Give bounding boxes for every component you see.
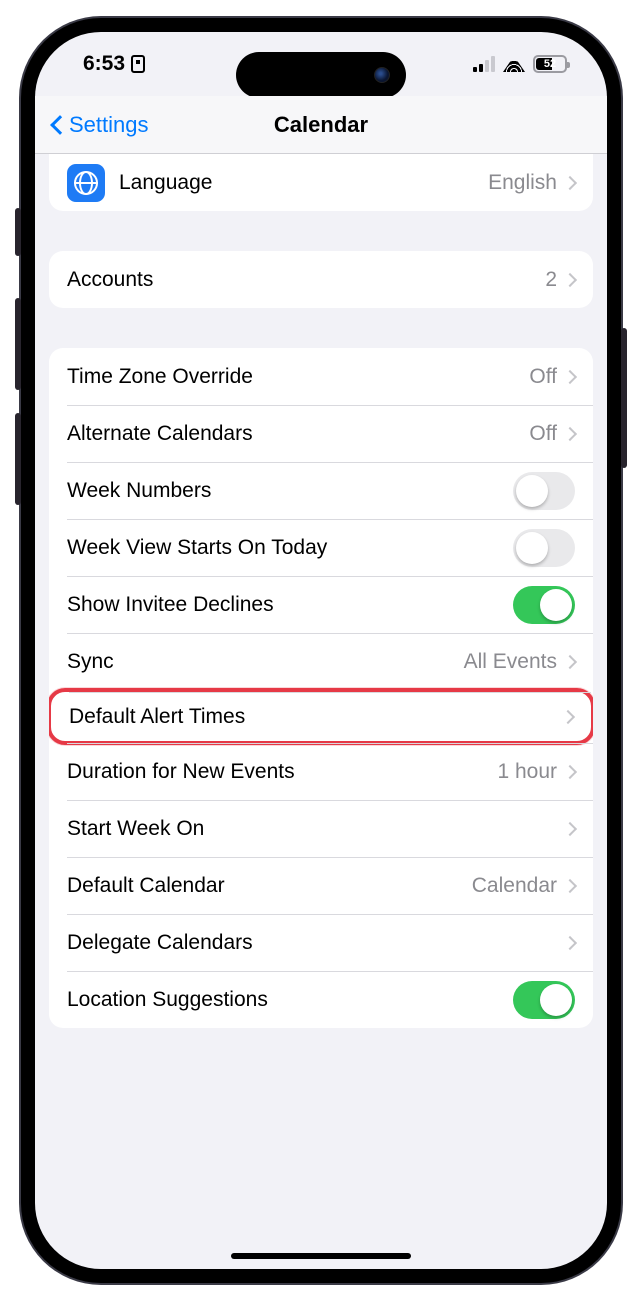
duration-value: 1 hour xyxy=(497,760,557,784)
default-alert-label: Default Alert Times xyxy=(69,705,563,729)
status-time: 6:53 xyxy=(83,52,125,76)
chevron-left-icon xyxy=(50,115,70,135)
navigation-bar: Settings Calendar xyxy=(35,96,607,154)
chevron-right-icon xyxy=(563,821,577,835)
status-right: 52 xyxy=(473,55,567,73)
chevron-right-icon xyxy=(563,272,577,286)
sync-label: Sync xyxy=(67,650,464,674)
globe-icon xyxy=(67,164,105,202)
chevron-right-icon xyxy=(563,764,577,778)
language-label: Language xyxy=(119,171,488,195)
alt-cal-value: Off xyxy=(529,422,557,446)
chevron-right-icon xyxy=(563,369,577,383)
settings-group-main: Time Zone Override Off Alternate Calenda… xyxy=(49,348,593,1028)
row-default-calendar[interactable]: Default Calendar Calendar xyxy=(49,857,593,914)
screen: 6:53 52 Settings Calen xyxy=(35,32,607,1269)
chevron-right-icon xyxy=(563,426,577,440)
week-numbers-toggle[interactable] xyxy=(513,472,575,510)
back-label: Settings xyxy=(69,112,149,138)
row-sync[interactable]: Sync All Events xyxy=(49,633,593,690)
chevron-right-icon xyxy=(563,175,577,189)
sim-icon xyxy=(131,55,145,73)
chevron-right-icon xyxy=(561,709,575,723)
row-week-view-starts[interactable]: Week View Starts On Today xyxy=(49,519,593,576)
location-sugg-label: Location Suggestions xyxy=(67,988,513,1012)
back-button[interactable]: Settings xyxy=(53,112,149,138)
row-alternate-calendars[interactable]: Alternate Calendars Off xyxy=(49,405,593,462)
home-indicator[interactable] xyxy=(231,1253,411,1259)
chevron-right-icon xyxy=(563,654,577,668)
row-show-invitee-declines[interactable]: Show Invitee Declines xyxy=(49,576,593,633)
power-button xyxy=(621,328,627,468)
start-week-label: Start Week On xyxy=(67,817,565,841)
tz-override-label: Time Zone Override xyxy=(67,365,529,389)
chevron-right-icon xyxy=(563,935,577,949)
show-invitee-toggle[interactable] xyxy=(513,586,575,624)
default-cal-label: Default Calendar xyxy=(67,874,472,898)
row-duration-new-events[interactable]: Duration for New Events 1 hour xyxy=(49,743,593,800)
settings-group-accounts: Accounts 2 xyxy=(49,251,593,308)
battery-pct: 52 xyxy=(544,58,556,70)
week-view-toggle[interactable] xyxy=(513,529,575,567)
row-timezone-override[interactable]: Time Zone Override Off xyxy=(49,348,593,405)
content-area: Language English Accounts 2 Time Zone Ov… xyxy=(35,154,607,1058)
mute-switch xyxy=(15,208,21,256)
volume-down-button xyxy=(15,413,21,505)
row-delegate-calendars[interactable]: Delegate Calendars xyxy=(49,914,593,971)
show-invitee-label: Show Invitee Declines xyxy=(67,593,513,617)
language-value: English xyxy=(488,171,557,195)
default-cal-value: Calendar xyxy=(472,874,557,898)
row-default-alert-times[interactable]: Default Alert Times xyxy=(49,688,593,745)
alt-cal-label: Alternate Calendars xyxy=(67,422,529,446)
settings-group-language: Language English xyxy=(49,154,593,211)
page-title: Calendar xyxy=(274,112,368,138)
tz-override-value: Off xyxy=(529,365,557,389)
volume-up-button xyxy=(15,298,21,390)
row-start-week-on[interactable]: Start Week On xyxy=(49,800,593,857)
row-location-suggestions[interactable]: Location Suggestions xyxy=(49,971,593,1028)
row-language[interactable]: Language English xyxy=(49,154,593,211)
location-sugg-toggle[interactable] xyxy=(513,981,575,1019)
week-numbers-label: Week Numbers xyxy=(67,479,513,503)
delegate-label: Delegate Calendars xyxy=(67,931,565,955)
camera-lens-icon xyxy=(374,67,390,83)
battery-icon: 52 xyxy=(533,55,567,73)
row-week-numbers[interactable]: Week Numbers xyxy=(49,462,593,519)
status-left: 6:53 xyxy=(83,52,145,76)
row-accounts[interactable]: Accounts 2 xyxy=(49,251,593,308)
signal-icon xyxy=(473,56,495,72)
accounts-value: 2 xyxy=(545,268,557,292)
dynamic-island xyxy=(236,52,406,98)
duration-label: Duration for New Events xyxy=(67,760,497,784)
sync-value: All Events xyxy=(464,650,557,674)
chevron-right-icon xyxy=(563,878,577,892)
accounts-label: Accounts xyxy=(67,268,545,292)
phone-frame: 6:53 52 Settings Calen xyxy=(21,18,621,1283)
wifi-icon xyxy=(503,56,525,72)
week-view-label: Week View Starts On Today xyxy=(67,536,513,560)
